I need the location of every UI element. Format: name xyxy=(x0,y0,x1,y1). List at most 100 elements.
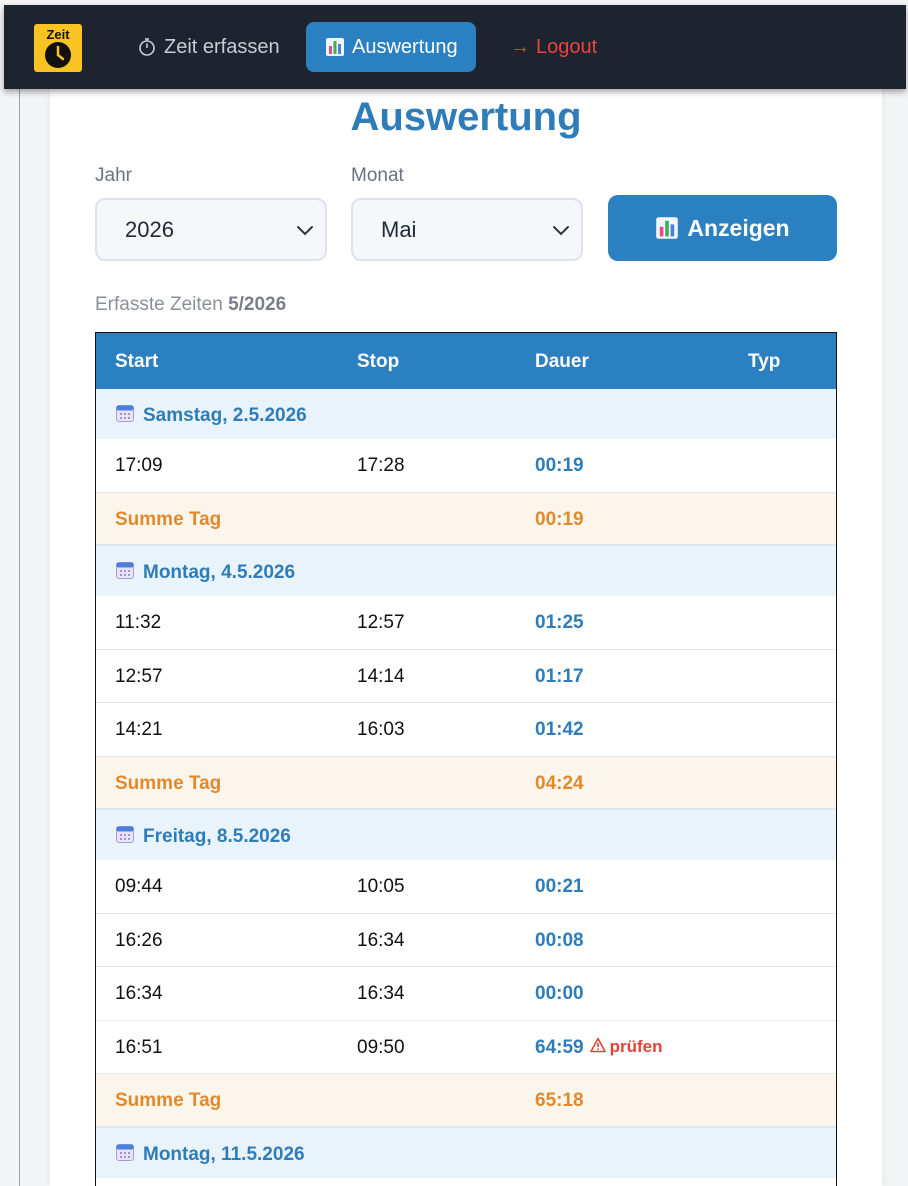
header-stop: Stop xyxy=(357,351,400,372)
page-border-line xyxy=(19,89,20,1186)
entry-stop: 16:03 xyxy=(357,719,405,740)
subtitle-prefix: Erfasste Zeiten xyxy=(95,294,223,315)
day-header-row: Montag, 11.5.2026 xyxy=(96,1127,836,1178)
entry-duration-value: 01:42 xyxy=(535,719,584,740)
app-logo[interactable]: Zeit xyxy=(34,24,82,72)
table-row[interactable]: 11:32 12:57 01:25 xyxy=(96,596,836,650)
day-header-label: Freitag, 8.5.2026 xyxy=(115,824,291,850)
entry-duration: 01:17 xyxy=(535,666,584,688)
entry-start: 09:44 xyxy=(115,876,163,897)
warning-badge: prüfen xyxy=(589,1037,663,1058)
year-select[interactable]: 2026 xyxy=(95,198,327,261)
entry-start: 16:34 xyxy=(115,983,163,1004)
day-sum-label: Summe Tag xyxy=(115,772,222,794)
times-table: Start Stop Dauer Typ Samstag, 2.5.2026 17… xyxy=(95,332,837,1186)
nav-logout-label: Logout xyxy=(536,35,598,58)
entry-duration-value: 00:08 xyxy=(535,929,584,951)
calendar-icon xyxy=(115,824,135,850)
day-sum-value: 04:24 xyxy=(535,772,584,794)
day-date: Montag, 4.5.2026 xyxy=(143,562,296,583)
entry-stop: 10:05 xyxy=(357,876,405,897)
nav-auswertung-label: Auswertung xyxy=(352,35,458,58)
day-sum-row: Summe Tag 04:24 xyxy=(96,756,836,810)
chevron-down-icon xyxy=(297,226,313,236)
day-sum-label: Summe Tag xyxy=(115,508,222,530)
page-title: Auswertung xyxy=(350,95,582,139)
show-button[interactable]: Anzeigen xyxy=(608,195,837,261)
table-row[interactable]: 17:09 17:28 00:19 xyxy=(96,439,836,493)
chart-icon xyxy=(324,36,346,58)
day-header-row: Montag, 4.5.2026 xyxy=(96,546,836,596)
show-button-label: Anzeigen xyxy=(687,214,790,241)
entry-start: 16:26 xyxy=(115,929,163,951)
nav-logout[interactable]: → Logout xyxy=(492,22,615,72)
table-row[interactable]: 12:57 14:14 01:17 xyxy=(96,649,836,703)
entry-start: 12:57 xyxy=(115,665,163,687)
month-label: Monat xyxy=(351,165,404,186)
entry-stop: 16:34 xyxy=(357,929,405,951)
day-sum-row: Summe Tag 00:19 xyxy=(96,492,836,546)
entry-stop: 14:14 xyxy=(357,665,405,687)
day-header-label: Montag, 4.5.2026 xyxy=(115,560,295,586)
table-row[interactable]: 16:26 16:34 00:08 xyxy=(96,913,836,967)
header-start: Start xyxy=(115,351,159,372)
logo-text: Zeit xyxy=(46,27,70,42)
table-row[interactable]: 09:44 10:05 00:21 xyxy=(96,860,836,914)
entry-duration: 00:00 xyxy=(535,983,584,1005)
entry-start: 11:32 xyxy=(115,612,162,633)
day-header-row: Samstag, 2.5.2026 xyxy=(96,389,836,439)
stopwatch-icon xyxy=(136,36,158,58)
calendar-icon xyxy=(115,560,135,586)
entry-duration: 00:21 xyxy=(535,876,584,898)
day-sum-value: 00:19 xyxy=(535,508,584,530)
entry-duration: 00:19 xyxy=(535,455,584,477)
day-header-label: Samstag, 2.5.2026 xyxy=(115,403,307,429)
entry-duration: 64:59 prüfen xyxy=(535,1037,663,1059)
day-sum-row: Summe Tag 65:18 xyxy=(96,1074,836,1128)
table-body: Samstag, 2.5.2026 17:09 17:28 00:19 Summe Ta… xyxy=(96,389,836,1178)
chart-icon xyxy=(656,217,679,239)
day-date: Freitag, 8.5.2026 xyxy=(143,826,291,847)
entry-duration-value: 00:21 xyxy=(535,876,584,897)
entry-duration-value: 64:59 xyxy=(535,1036,584,1058)
subtitle-period: 5/2026 xyxy=(228,294,287,315)
day-header-row: Freitag, 8.5.2026 xyxy=(96,810,836,860)
entry-duration: 01:25 xyxy=(535,612,584,634)
month-select[interactable]: Mai xyxy=(351,198,583,261)
entry-duration-value: 00:00 xyxy=(535,983,584,1004)
warning-icon xyxy=(589,1037,606,1058)
table-row[interactable]: 16:34 16:34 00:00 xyxy=(96,967,836,1021)
table-row[interactable]: 14:21 16:03 01:42 xyxy=(96,703,836,757)
year-select-value: 2026 xyxy=(125,216,174,242)
entry-start: 14:21 xyxy=(115,719,163,740)
chevron-down-icon xyxy=(553,226,569,236)
nav-zeit-erfassen-label: Zeit erfassen xyxy=(164,35,280,58)
entry-duration: 00:08 xyxy=(535,930,584,952)
day-date: Samstag, 2.5.2026 xyxy=(143,405,307,426)
nav-auswertung[interactable]: Auswertung xyxy=(306,22,476,72)
entry-duration: 01:42 xyxy=(535,719,584,741)
entry-stop: 12:57 xyxy=(357,612,405,633)
main-card: Auswertung Jahr 2026 Monat Mai Anzeigen … xyxy=(50,89,882,1186)
warning-text: prüfen xyxy=(609,1037,663,1056)
arrow-right-icon: → xyxy=(510,35,530,58)
year-label: Jahr xyxy=(95,165,132,186)
table-row[interactable]: 16:51 09:50 64:59 prüfen xyxy=(96,1020,836,1074)
entry-stop: 17:28 xyxy=(357,455,405,476)
header-typ: Typ xyxy=(748,351,781,372)
entry-start: 17:09 xyxy=(115,455,163,476)
calendar-icon xyxy=(115,403,135,429)
day-sum-label: Summe Tag xyxy=(115,1090,222,1111)
day-header-label: Montag, 11.5.2026 xyxy=(115,1142,305,1168)
header-dauer: Dauer xyxy=(535,351,589,372)
entry-duration-value: 01:17 xyxy=(535,665,584,687)
day-date: Montag, 11.5.2026 xyxy=(143,1143,305,1165)
month-select-value: Mai xyxy=(381,216,417,242)
entry-stop: 16:34 xyxy=(357,983,405,1004)
top-navbar: Zeit Zeit erfassen Auswertung → Logout xyxy=(4,5,906,89)
entry-start: 16:51 xyxy=(115,1036,163,1058)
clock-icon xyxy=(45,42,71,68)
entry-stop: 09:50 xyxy=(357,1036,405,1058)
entry-duration-value: 01:25 xyxy=(535,612,584,633)
nav-zeit-erfassen[interactable]: Zeit erfassen xyxy=(118,22,298,72)
